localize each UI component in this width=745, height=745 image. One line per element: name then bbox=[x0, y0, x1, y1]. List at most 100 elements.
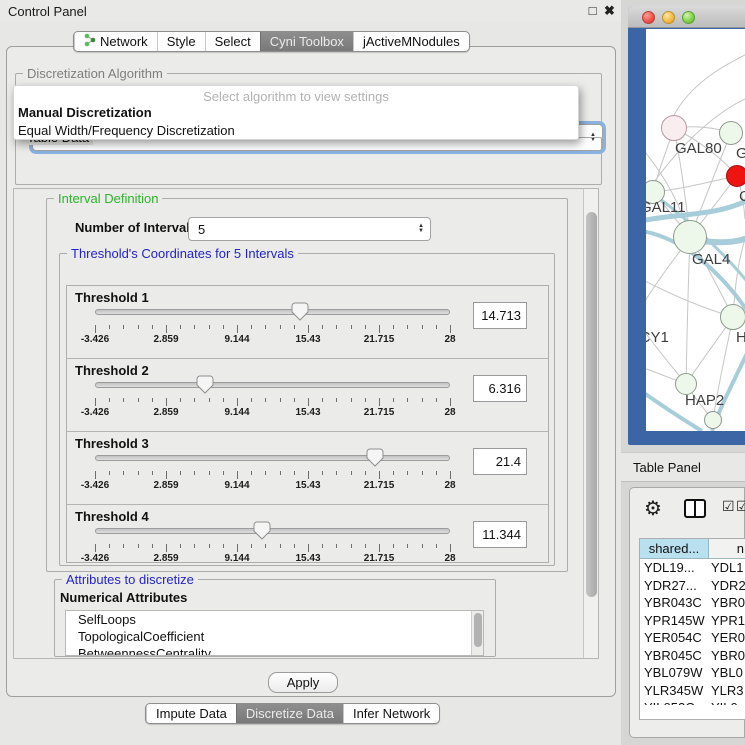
slider-tick bbox=[407, 398, 408, 402]
network-node[interactable] bbox=[673, 220, 707, 254]
gear-icon[interactable]: ⚙ bbox=[644, 496, 662, 521]
network-node-label: GAL11 bbox=[646, 199, 686, 216]
float-window-icon[interactable]: □ bbox=[585, 3, 600, 19]
slider-scale-label: -3.426 bbox=[81, 480, 109, 491]
table-row[interactable]: YER054C YER0 bbox=[640, 629, 745, 647]
table-row[interactable]: YLR345W YLR3 bbox=[640, 682, 745, 700]
slider-ticks bbox=[95, 398, 450, 407]
control-panel-tab[interactable]: Select bbox=[205, 32, 260, 51]
network-node[interactable] bbox=[720, 304, 745, 330]
control-panel-tab[interactable]: Network bbox=[74, 32, 157, 51]
cyni-mode-tab[interactable]: Discretize Data bbox=[236, 704, 343, 723]
network-node[interactable] bbox=[719, 121, 743, 145]
attribute-list-item[interactable]: BetweennessCentrality bbox=[66, 645, 483, 656]
slider-ticks bbox=[95, 544, 450, 553]
slider-track[interactable] bbox=[95, 528, 450, 534]
threshold-row: Threshold 4 -3.4262.8599.14415.4321.7152… bbox=[67, 505, 548, 563]
slider-tick bbox=[365, 544, 366, 548]
slider-scale-labels: -3.4262.8599.14415.4321.71528 bbox=[95, 334, 450, 346]
algorithm-option[interactable]: Equal Width/Frequency Discretization bbox=[14, 122, 578, 140]
close-traffic-light-icon[interactable] bbox=[642, 11, 655, 24]
slider-thumb[interactable] bbox=[253, 521, 271, 540]
slider-thumb[interactable] bbox=[196, 375, 214, 394]
threshold-rows: Threshold 1 -3.4262.8599.14415.4321.7152… bbox=[66, 285, 549, 563]
slider-tick bbox=[294, 325, 295, 329]
slider-scale-label: 21.715 bbox=[364, 407, 395, 418]
number-of-intervals-combobox[interactable]: 5 ▲▼ bbox=[188, 217, 431, 241]
numerical-attributes-label: Numerical Attributes bbox=[60, 590, 187, 605]
table-cell: YBR045C bbox=[640, 647, 711, 665]
threshold-value-field[interactable]: 11.344 bbox=[473, 521, 527, 548]
control-panel-tab[interactable]: jActiveMNodules bbox=[353, 32, 469, 51]
network-node[interactable] bbox=[704, 411, 722, 429]
network-window-titlebar bbox=[628, 6, 745, 28]
table-cell: YBR0 bbox=[711, 594, 745, 612]
threshold-slider[interactable] bbox=[95, 521, 450, 545]
checkbox-icon[interactable]: ☑ bbox=[736, 498, 745, 515]
cyni-mode-tab[interactable]: Impute Data bbox=[146, 704, 236, 723]
slider-tick bbox=[180, 544, 181, 548]
table-row[interactable]: YBL079W YBL0 bbox=[640, 664, 745, 682]
threshold-value-field[interactable]: 6.316 bbox=[473, 375, 527, 402]
threshold-slider[interactable] bbox=[95, 448, 450, 472]
attributes-group-title: Attributes to discretize bbox=[62, 572, 198, 587]
settings-vertical-scrollbar[interactable] bbox=[583, 189, 599, 658]
table-header-row: shared... n bbox=[640, 539, 745, 559]
slider-scale-label: 28 bbox=[444, 334, 455, 345]
slider-scale-label: 9.144 bbox=[224, 553, 249, 563]
cyni-mode-tab[interactable]: Infer Network bbox=[343, 704, 439, 723]
control-panel-tab[interactable]: Cyni Toolbox bbox=[260, 32, 353, 51]
network-node[interactable] bbox=[661, 115, 687, 141]
slider-tick bbox=[308, 325, 309, 333]
attributes-list-scrollbar[interactable] bbox=[471, 611, 483, 655]
slider-tick bbox=[280, 471, 281, 475]
table-row[interactable]: YDL19... YDL1 bbox=[640, 559, 745, 577]
slider-tick bbox=[322, 471, 323, 475]
slider-tick bbox=[308, 471, 309, 479]
split-columns-icon[interactable] bbox=[684, 499, 706, 518]
slider-scale-label: 15.43 bbox=[295, 334, 320, 345]
slider-tick bbox=[365, 471, 366, 475]
threshold-value-field[interactable]: 21.4 bbox=[473, 448, 527, 475]
network-node[interactable] bbox=[726, 165, 745, 187]
attribute-list-item[interactable]: TopologicalCoefficient bbox=[66, 628, 483, 645]
algorithm-option[interactable]: Manual Discretization bbox=[14, 104, 578, 122]
column-header-name[interactable]: n bbox=[709, 539, 745, 558]
slider-tick bbox=[308, 544, 309, 552]
slider-tick bbox=[280, 398, 281, 402]
slider-tick bbox=[209, 544, 210, 548]
slider-tick bbox=[365, 398, 366, 402]
table-row[interactable]: YDR27... YDR2 bbox=[640, 577, 745, 595]
table-row[interactable]: YBR045C YBR0 bbox=[640, 647, 745, 665]
slider-tick bbox=[251, 544, 252, 548]
slider-thumb[interactable] bbox=[291, 302, 309, 321]
table-row[interactable]: YIL052C YIL0 bbox=[640, 699, 745, 705]
table-row[interactable]: YPR145W YPR1 bbox=[640, 612, 745, 630]
slider-track[interactable] bbox=[95, 382, 450, 388]
threshold-slider[interactable] bbox=[95, 302, 450, 326]
zoom-traffic-light-icon[interactable] bbox=[682, 11, 695, 24]
slider-tick bbox=[95, 325, 96, 333]
close-window-icon[interactable]: ✖ bbox=[602, 3, 617, 19]
control-panel-tab-bar: Network Style Select Cyni Toolbox jActiv… bbox=[73, 31, 470, 52]
minimize-traffic-light-icon[interactable] bbox=[662, 11, 675, 24]
control-panel: Control Panel □ ✖ Discretization Algorit… bbox=[0, 0, 621, 745]
slider-tick bbox=[450, 325, 451, 333]
slider-track[interactable] bbox=[95, 455, 450, 461]
network-canvas[interactable]: GAL80GACGAL11GAL4GCY1HHAP2 bbox=[646, 29, 745, 431]
slider-track[interactable] bbox=[95, 309, 450, 315]
column-header-shared-name[interactable]: shared... bbox=[640, 539, 709, 558]
table-cell: YDL1 bbox=[711, 559, 745, 577]
slider-tick bbox=[407, 544, 408, 548]
table-rows: YDL19... YDL1 YDR27... YDR2 YBR043C YBR0… bbox=[640, 559, 745, 705]
checkbox-icon[interactable]: ☑ bbox=[722, 498, 735, 515]
apply-button[interactable]: Apply bbox=[268, 672, 338, 693]
threshold-value-field[interactable]: 14.713 bbox=[473, 302, 527, 329]
slider-tick bbox=[209, 471, 210, 475]
control-panel-tab[interactable]: Style bbox=[157, 32, 205, 51]
slider-tick bbox=[251, 471, 252, 475]
attribute-list-item[interactable]: SelfLoops bbox=[66, 611, 483, 628]
threshold-slider[interactable] bbox=[95, 375, 450, 399]
table-row[interactable]: YBR043C YBR0 bbox=[640, 594, 745, 612]
slider-thumb[interactable] bbox=[366, 448, 384, 467]
